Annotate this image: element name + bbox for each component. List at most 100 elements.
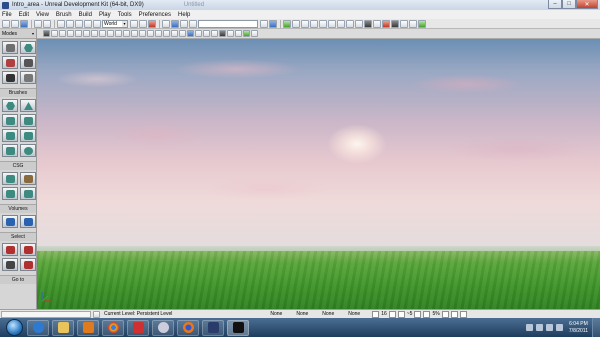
select-invert-icon[interactable] [2, 258, 18, 271]
minimize-button[interactable]: – [548, 0, 562, 9]
unreal-app-icon[interactable] [2, 1, 9, 9]
matinee-preview-icon[interactable] [219, 30, 226, 37]
scale-nonuniform-icon[interactable] [93, 19, 101, 28]
menu-build[interactable]: Build [79, 12, 92, 18]
unlit-icon[interactable] [91, 30, 98, 37]
sound-icon[interactable] [373, 19, 381, 28]
show-desktop-button[interactable] [592, 318, 600, 337]
tray-flag-icon[interactable] [535, 324, 543, 331]
camera-mode-icon[interactable] [2, 41, 18, 54]
lighting-only-icon[interactable] [115, 30, 122, 37]
mobile-preview-icon[interactable] [391, 19, 399, 28]
taskbar-media-player[interactable] [77, 319, 99, 336]
level-icon[interactable] [93, 310, 100, 318]
camera-speed-icon[interactable] [203, 30, 210, 37]
kismet-icon[interactable] [148, 19, 156, 28]
layers-icon[interactable] [189, 19, 197, 28]
modes-header[interactable]: Modes ▾ [0, 29, 36, 39]
wireframe-icon[interactable] [83, 30, 90, 37]
play-on-pc-icon[interactable] [409, 19, 417, 28]
play-viewport-icon[interactable] [243, 30, 250, 37]
build-all-icon[interactable] [319, 19, 327, 28]
build-lighting-icon[interactable] [292, 19, 300, 28]
taskbar-firefox[interactable] [177, 319, 199, 336]
csg-subtract-icon[interactable] [20, 172, 36, 185]
terrain-icon[interactable] [382, 19, 390, 28]
sphere-brush-icon[interactable] [20, 144, 36, 157]
menu-play[interactable]: Play [99, 12, 111, 18]
content-browser-icon[interactable] [162, 19, 170, 28]
texture-alignment-icon[interactable] [2, 56, 18, 69]
lightmass-icon[interactable] [337, 19, 345, 28]
clip-icon[interactable] [211, 30, 218, 37]
open-icon[interactable] [11, 19, 19, 28]
lighting-quality-icon[interactable] [328, 19, 336, 28]
coordinate-system-select[interactable]: World ▾ [102, 19, 128, 28]
show-selected-icon[interactable] [2, 243, 18, 256]
build-paths-icon[interactable] [301, 19, 309, 28]
drag-grid-icon[interactable] [57, 19, 65, 28]
levels-icon[interactable] [180, 19, 188, 28]
post-process-icon[interactable] [235, 30, 242, 37]
scale-toggle-icon[interactable] [423, 310, 431, 318]
cone-brush-icon[interactable] [20, 99, 36, 112]
taskbar-explorer[interactable] [52, 319, 74, 336]
menu-preferences[interactable]: Preferences [139, 12, 171, 18]
search-input[interactable] [198, 19, 258, 28]
play-in-editor-icon[interactable] [400, 19, 408, 28]
show-all-icon[interactable] [20, 258, 36, 271]
matinee-icon[interactable] [364, 19, 372, 28]
save-icon[interactable] [20, 19, 28, 28]
terrain-mode-icon[interactable] [2, 71, 18, 84]
csg-deintersect-icon[interactable] [20, 187, 36, 200]
taskbar-chrome[interactable] [102, 319, 124, 336]
foliage-mode-icon[interactable] [20, 71, 36, 84]
csg-intersect-icon[interactable] [2, 187, 18, 200]
add-volume-icon[interactable] [2, 215, 18, 228]
hide-selected-icon[interactable] [20, 243, 36, 256]
reflections-icon[interactable] [163, 30, 170, 37]
undo-icon[interactable] [34, 19, 42, 28]
collision-icon[interactable] [171, 30, 178, 37]
front-view-icon[interactable] [67, 30, 74, 37]
cooking-icon[interactable] [346, 19, 354, 28]
maximize-button[interactable]: □ [562, 0, 576, 9]
taskbar-clock[interactable]: 6:04 PM 7/8/2011 [569, 321, 588, 335]
menu-tools[interactable]: Tools [118, 12, 132, 18]
perspective-viewport[interactable] [37, 39, 600, 309]
drag-grid-toggle-icon[interactable] [459, 310, 467, 318]
scale-icon[interactable] [84, 19, 92, 28]
grid-toggle-icon[interactable] [372, 310, 380, 318]
menu-edit[interactable]: Edit [19, 12, 29, 18]
light-complexity-icon[interactable] [123, 30, 130, 37]
scale-down-icon[interactable] [441, 310, 449, 318]
side-view-icon[interactable] [75, 30, 82, 37]
actor-classes-icon[interactable] [171, 19, 179, 28]
curved-stair-brush-icon[interactable] [2, 114, 18, 127]
streaming-volume-icon[interactable] [227, 30, 234, 37]
rotation-down-icon[interactable] [414, 310, 422, 318]
geometry-mode-icon[interactable] [20, 41, 36, 54]
taskbar-udk[interactable] [227, 319, 249, 336]
rotation-toggle-icon[interactable] [397, 310, 405, 318]
rotate-icon[interactable] [75, 19, 83, 28]
viewport-options-icon[interactable] [43, 30, 50, 37]
game-view-icon[interactable] [187, 30, 194, 37]
network-icon[interactable] [545, 324, 553, 331]
spiral-stair-brush-icon[interactable] [2, 144, 18, 157]
translate-icon[interactable] [66, 19, 74, 28]
search-options-icon[interactable] [260, 19, 268, 28]
start-button[interactable] [6, 319, 23, 336]
menu-help[interactable]: Help [178, 12, 190, 18]
menu-file[interactable]: File [2, 12, 12, 18]
perspective-icon[interactable] [51, 30, 58, 37]
autosave-icon[interactable] [450, 310, 458, 318]
replace-icon[interactable] [139, 19, 147, 28]
new-icon[interactable] [2, 19, 10, 28]
taskbar-ie[interactable] [27, 319, 49, 336]
close-button[interactable]: ✕ [576, 0, 598, 9]
taskbar-photoshop[interactable] [202, 319, 224, 336]
lock-icon[interactable] [195, 30, 202, 37]
find-icon[interactable] [130, 19, 138, 28]
detail-lighting-icon[interactable] [107, 30, 114, 37]
